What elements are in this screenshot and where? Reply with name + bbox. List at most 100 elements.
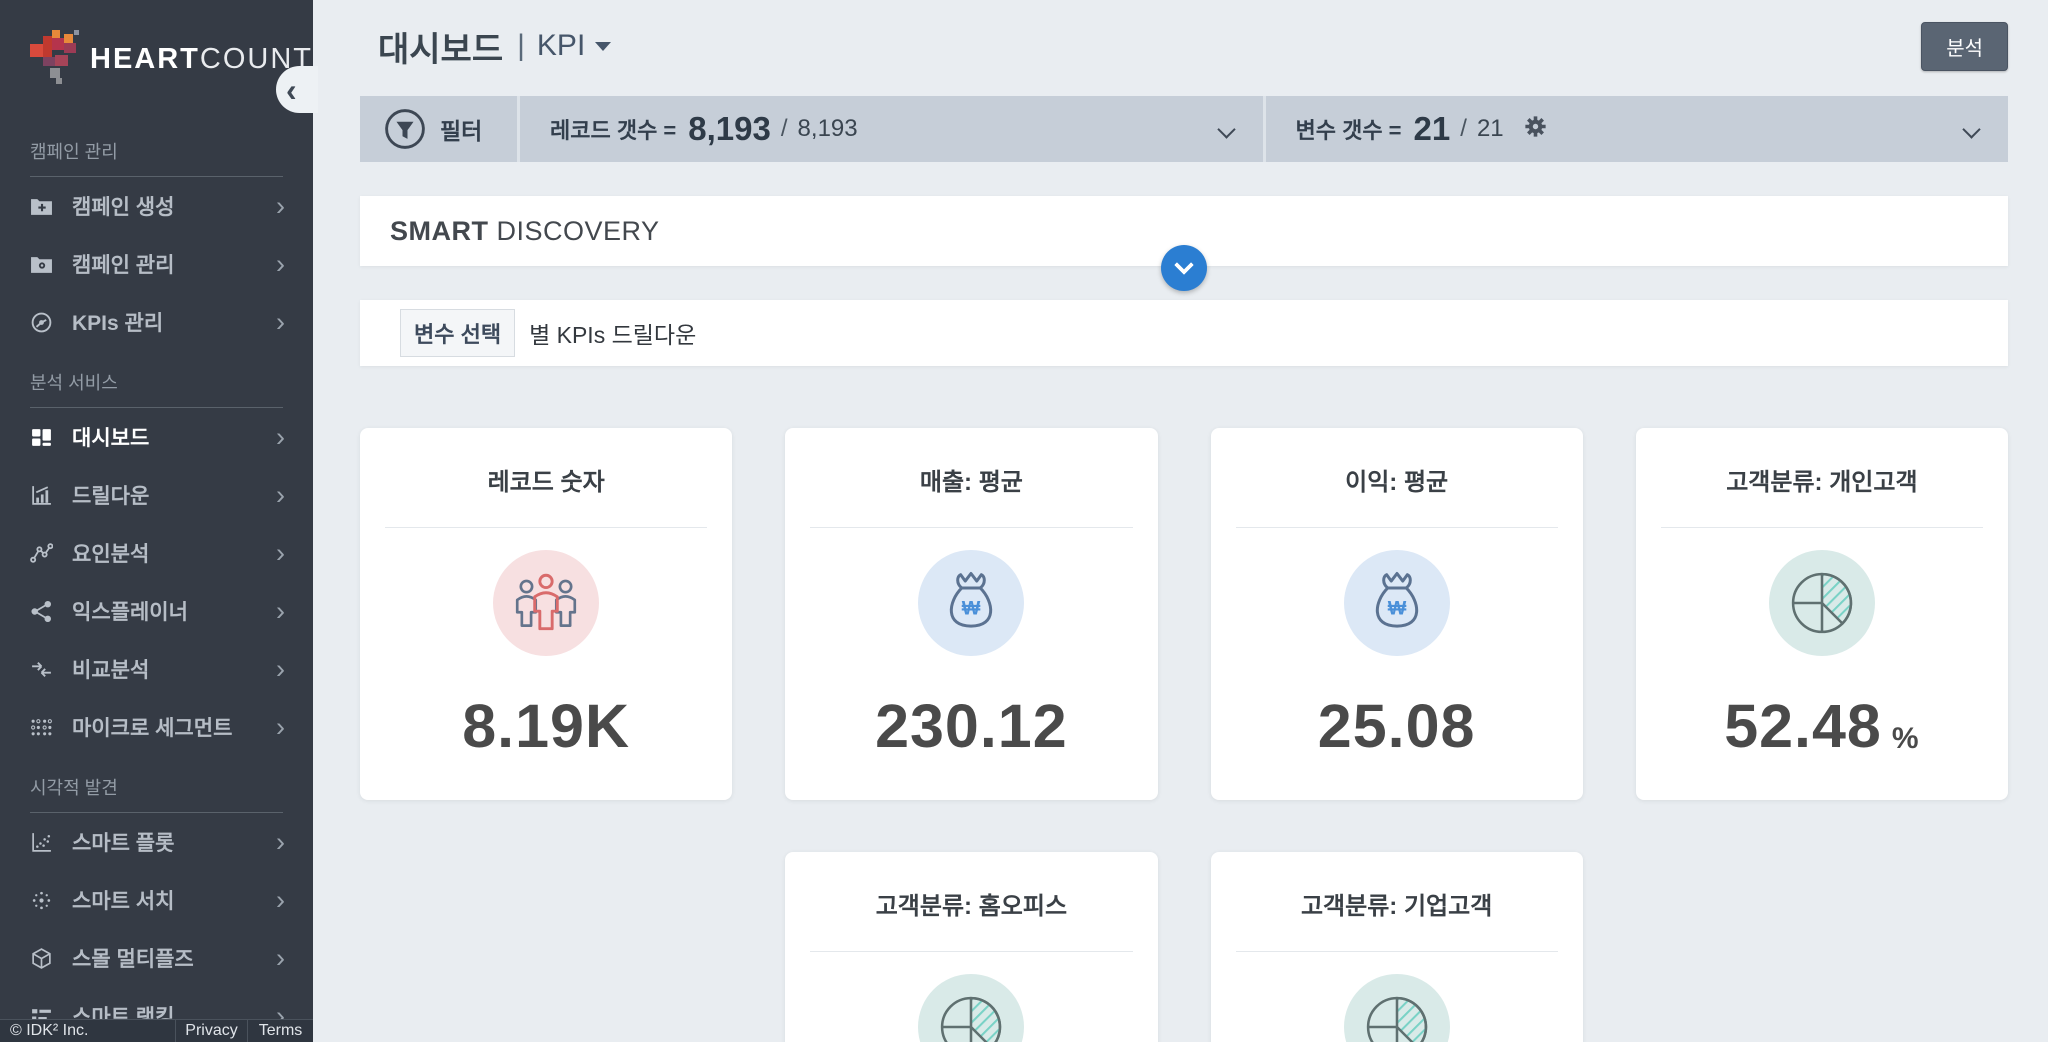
card-divider — [385, 527, 708, 528]
sidebar-item-campaign-create[interactable]: 캠페인 생성 › — [0, 177, 313, 235]
filter-label: 필터 — [440, 118, 483, 144]
kpi-card-segment-corporate[interactable]: 고객분류: 기업고객 — [1210, 852, 1583, 1042]
compare-arrows-icon — [30, 658, 60, 681]
kpi-card-title: 고객분류: 기업고객 — [1300, 893, 1493, 920]
kpi-card-segment-homeoffice[interactable]: 고객분류: 홈오피스 — [785, 852, 1158, 1042]
record-count-dropdown[interactable]: 레코드 갯수 = 8,193 / 8,193 — [517, 96, 1263, 162]
sidebar-item-kpis-manage[interactable]: KPIs 관리 › — [0, 293, 313, 351]
sidebar-section-campaign: 캠페인 관리 — [30, 138, 283, 177]
explainer-share-icon — [30, 600, 60, 623]
sidebar-item-label: 스몰 멀티플즈 — [72, 948, 194, 971]
sidebar-item-factor-analysis[interactable]: 요인분석 › — [0, 524, 313, 582]
sidebar-item-label: 캠페인 관리 — [72, 254, 175, 277]
kpi-cards-row-2: 고객분류: 홈오피스 고객분류: 기업고객 — [360, 852, 2008, 1042]
expand-discovery-button[interactable] — [1161, 245, 1207, 291]
sidebar-item-smart-search[interactable]: 스마트 서치 › — [0, 871, 313, 929]
kpi-card-record-count[interactable]: 레코드 숫자 8.19K — [360, 428, 733, 800]
sidebar-collapse-button[interactable]: ‹ — [276, 66, 318, 113]
kpi-value-text: 25.08 — [1317, 692, 1476, 760]
small-multiples-cube-icon — [30, 947, 60, 970]
filter-bar: 필터 레코드 갯수 = 8,193 / 8,193 변수 갯수 = 21 / 2… — [360, 96, 2008, 162]
chevron-right-icon: › — [276, 711, 285, 742]
sidebar: HEARTCOUNT 캠페인 관리 캠페인 생성 › 캠페인 관리 › KPIs… — [0, 0, 313, 1042]
sidebar-section-analysis: 분석 서비스 — [30, 369, 283, 408]
gear-icon[interactable] — [1522, 113, 1549, 145]
variable-count-dropdown[interactable]: 변수 갯수 = 21 / 21 — [1262, 96, 2009, 162]
kpi-card-revenue-avg[interactable]: 매출: 평균 ₩ 230.12 — [785, 428, 1158, 800]
chevron-down-icon[interactable] — [1216, 119, 1236, 139]
chevron-right-icon: › — [276, 248, 285, 279]
people-icon — [493, 550, 600, 656]
terms-link[interactable]: Terms — [247, 1020, 313, 1042]
kpi-card-profit-avg[interactable]: 이익: 평균 ₩ 25.08 — [1210, 428, 1583, 800]
pie-chart-icon — [1343, 974, 1450, 1042]
sidebar-item-label: 스마트 플롯 — [72, 832, 175, 855]
title-separator: | — [517, 29, 525, 62]
variable-select-chip[interactable]: 변수 선택 — [400, 309, 516, 357]
folder-plus-icon — [30, 195, 60, 218]
sidebar-item-drilldown[interactable]: 드릴다운 › — [0, 466, 313, 524]
kpi-card-title: 고객분류: 개인고객 — [1726, 469, 1918, 496]
topbar: 대시보드 | KPI 분석 — [360, 21, 2008, 71]
sidebar-item-compare[interactable]: 비교분석 › — [0, 640, 313, 698]
pie-chart-icon — [918, 974, 1025, 1042]
record-count-current: 8,193 — [688, 110, 771, 147]
sidebar-item-smart-plot[interactable]: 스마트 플롯 › — [0, 813, 313, 871]
sidebar-item-label: 익스플레이너 — [72, 601, 188, 624]
funnel-icon — [384, 108, 426, 150]
record-count-label: 레코드 갯수 = — [550, 118, 677, 143]
kpi-card-segment-individual[interactable]: 고객분류: 개인고객 52.48% — [1635, 428, 2008, 800]
filter-section: 필터 — [360, 96, 517, 162]
kpi-cards-row-1: 레코드 숫자 8.19K 매출: 평균 ₩ 230.12 이익: 평균 ₩ 25… — [360, 428, 2008, 800]
chevron-down-icon[interactable] — [1962, 119, 1981, 139]
heart-pixel-logo-icon — [30, 30, 79, 88]
chevron-right-icon: › — [276, 826, 285, 857]
copyright-text: © IDK² Inc. — [10, 1022, 89, 1039]
kpi-card-title: 이익: 평균 — [1345, 469, 1449, 496]
kpi-value-text: 8.19K — [462, 692, 631, 760]
sidebar-footer: © IDK² Inc. Privacy Terms — [0, 1019, 313, 1042]
sidebar-item-micro-segment[interactable]: 마이크로 세그먼트 › — [0, 698, 313, 756]
kpi-card-value: 230.12 — [875, 696, 1068, 757]
view-selector-label[interactable]: KPI — [537, 29, 585, 63]
smart-discovery-title: SMART DISCOVERY — [390, 216, 660, 247]
brand-name: HEARTCOUNT — [90, 43, 313, 76]
sidebar-item-label: 캠페인 생성 — [72, 196, 175, 219]
analyze-button[interactable]: 분석 — [1921, 21, 2008, 71]
kpi-drilldown-panel: 변수 선택 별 KPIs 드릴다운 — [360, 300, 2008, 366]
sidebar-item-explainer[interactable]: 익스플레이너 › — [0, 582, 313, 640]
micro-segment-dots-icon — [30, 716, 60, 739]
svg-text:₩: ₩ — [1387, 598, 1406, 620]
record-count-slash: / — [780, 115, 788, 142]
drilldown-chart-icon — [30, 484, 60, 507]
kpi-card-value: 25.08 — [1318, 696, 1476, 757]
dashboard-grid-icon — [30, 426, 60, 449]
sidebar-item-dashboard[interactable]: 대시보드 › — [0, 408, 313, 466]
caret-down-icon[interactable] — [595, 41, 612, 51]
card-divider — [1235, 527, 1558, 528]
sidebar-item-campaign-manage[interactable]: 캠페인 관리 › — [0, 235, 313, 293]
variable-count-total: 21 — [1476, 115, 1504, 142]
variable-count-current: 21 — [1413, 110, 1451, 147]
sidebar-item-small-multiples[interactable]: 스몰 멀티플즈 › — [0, 929, 313, 987]
record-count-total: 8,193 — [797, 115, 858, 142]
sidebar-section-visual: 시각적 발견 — [30, 774, 283, 813]
smart-discovery-title-rest: DISCOVERY — [496, 215, 660, 246]
sidebar-item-label: KPIs 관리 — [72, 312, 164, 335]
privacy-link[interactable]: Privacy — [175, 1020, 247, 1042]
folder-manage-icon — [30, 253, 60, 276]
smart-search-icon — [30, 889, 60, 912]
kpi-value-text: 230.12 — [875, 692, 1068, 760]
money-bag-icon: ₩ — [1343, 550, 1450, 656]
kpi-card-title: 레코드 숫자 — [487, 469, 605, 496]
chevron-right-icon: › — [276, 479, 285, 510]
card-divider — [810, 951, 1133, 952]
svg-text:₩: ₩ — [962, 598, 981, 620]
main-content: 대시보드 | KPI 분석 필터 레코드 갯수 = 8,193 / 8,193 … — [313, 0, 2048, 1042]
sidebar-item-label: 요인분석 — [72, 543, 150, 566]
factor-analysis-icon — [30, 542, 60, 565]
sidebar-item-label: 대시보드 — [72, 427, 150, 450]
card-divider — [1235, 951, 1558, 952]
sidebar-item-label: 드릴다운 — [72, 485, 150, 508]
smart-plot-icon — [30, 831, 60, 854]
